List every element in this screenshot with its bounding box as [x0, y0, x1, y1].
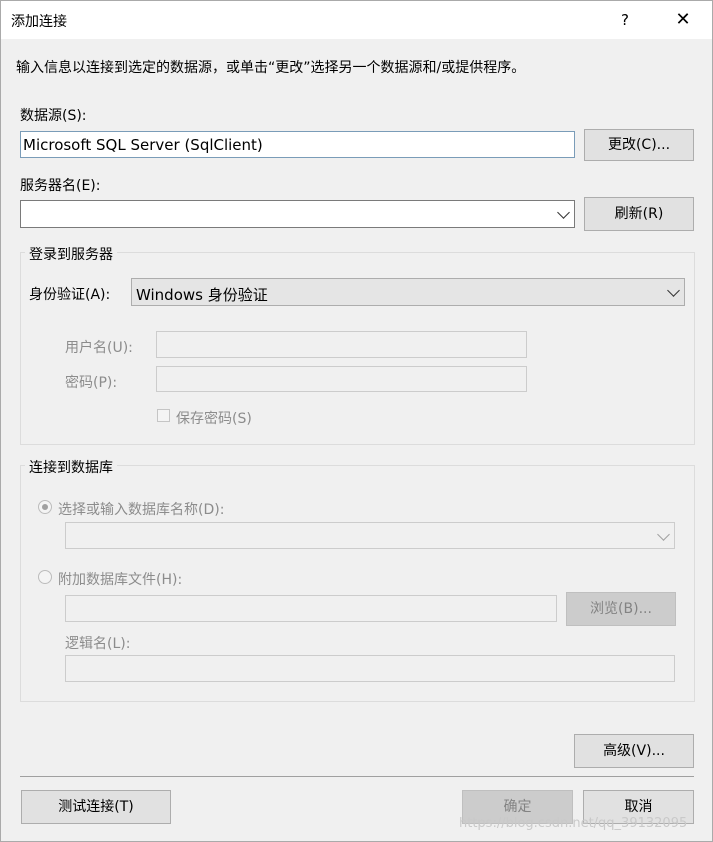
- footer-divider: [20, 776, 694, 777]
- watermark-text: https://blog.csdn.net/qq_39132095: [459, 816, 688, 831]
- add-connection-dialog: 添加连接 ? ✕ 输入信息以连接到选定的数据源，或单击“更改”选择另一个数据源和…: [0, 0, 713, 842]
- attach-db-radio[interactable]: [38, 570, 52, 584]
- password-field[interactable]: [156, 366, 527, 392]
- instruction-text: 输入信息以连接到选定的数据源，或单击“更改”选择另一个数据源和/或提供程序。: [16, 60, 526, 76]
- username-field[interactable]: [156, 331, 527, 358]
- help-button[interactable]: ?: [609, 1, 641, 39]
- username-label: 用户名(U):: [65, 340, 133, 356]
- title-bar: 添加连接 ? ✕: [1, 1, 712, 39]
- login-group-title: 登录到服务器: [25, 244, 117, 264]
- password-label: 密码(P):: [65, 375, 118, 391]
- browse-button[interactable]: 浏览(B)...: [566, 592, 676, 626]
- database-name-combobox[interactable]: [65, 522, 675, 549]
- select-db-label: 选择或输入数据库名称(D):: [58, 502, 225, 518]
- attach-file-field[interactable]: [65, 595, 557, 622]
- server-name-label: 服务器名(E):: [20, 178, 101, 194]
- chevron-down-icon: [667, 284, 680, 297]
- close-button[interactable]: ✕: [663, 1, 703, 39]
- chevron-down-icon: [657, 527, 670, 541]
- refresh-button[interactable]: 刷新(R): [584, 197, 694, 231]
- test-connection-button[interactable]: 测试连接(T): [21, 790, 171, 824]
- chevron-down-icon: [557, 206, 570, 219]
- auth-combobox[interactable]: Windows 身份验证: [131, 278, 685, 306]
- logical-name-field[interactable]: [65, 655, 675, 682]
- auth-value: Windows 身份验证: [136, 286, 268, 304]
- save-password-label: 保存密码(S): [176, 411, 252, 427]
- auth-label: 身份验证(A):: [29, 287, 111, 303]
- advanced-button[interactable]: 高级(V)...: [574, 734, 694, 768]
- datasource-field[interactable]: Microsoft SQL Server (SqlClient): [20, 131, 575, 158]
- database-group-title: 连接到数据库: [25, 457, 117, 477]
- logical-name-label: 逻辑名(L):: [65, 636, 131, 652]
- change-datasource-button[interactable]: 更改(C)...: [584, 129, 694, 161]
- attach-db-label: 附加数据库文件(H):: [58, 572, 183, 588]
- select-db-radio[interactable]: [38, 500, 52, 514]
- radio-selected-dot: [42, 504, 48, 510]
- datasource-value: Microsoft SQL Server (SqlClient): [23, 136, 263, 154]
- dialog-title: 添加连接: [11, 14, 67, 30]
- server-name-combobox[interactable]: [20, 200, 575, 228]
- save-password-checkbox[interactable]: [157, 409, 170, 422]
- datasource-label: 数据源(S):: [20, 108, 87, 124]
